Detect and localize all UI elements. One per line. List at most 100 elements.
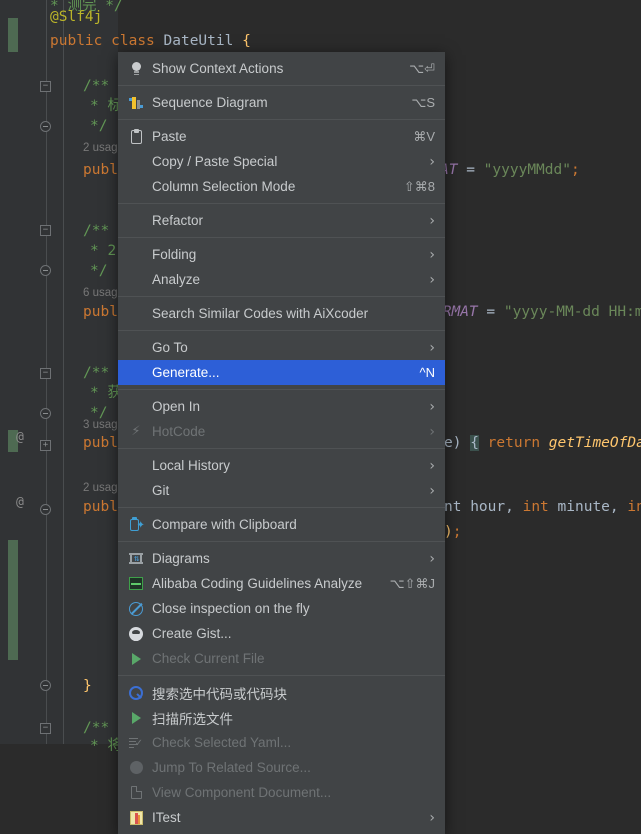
menu-item-go-to[interactable]: Go To › <box>118 335 445 360</box>
menu-item-itest[interactable]: ITest › <box>118 805 445 830</box>
code-line: publ <box>83 304 118 320</box>
play-icon <box>126 710 146 726</box>
document-icon <box>126 785 146 801</box>
dot-icon <box>126 760 146 776</box>
menu-separator <box>118 203 445 204</box>
menu-item-label: Alibaba Coding Guidelines Analyze <box>152 576 363 591</box>
code-line: publ <box>83 162 118 178</box>
chevron-right-icon: › <box>429 809 435 826</box>
code-line: ORMAT = "yyyy-MM-dd HH:mm <box>434 304 641 320</box>
chevron-right-icon: › <box>429 339 435 356</box>
code-line: /** <box>83 223 110 239</box>
itest-icon <box>126 810 146 826</box>
menu-item-label: Local History <box>152 458 231 473</box>
code-usages-hint[interactable]: 6 usag <box>83 283 118 303</box>
menu-item-label: Generate... <box>152 365 220 380</box>
sequence-diagram-icon <box>126 95 146 111</box>
chevron-right-icon: › <box>429 423 435 440</box>
code-usages-hint[interactable]: 2 usag <box>83 138 118 158</box>
menu-item-local-history[interactable]: Local History › <box>118 453 445 478</box>
no-icon <box>126 154 146 170</box>
chevron-right-icon: › <box>429 212 435 229</box>
menu-item-label: Column Selection Mode <box>152 179 296 194</box>
no-icon <box>126 399 146 415</box>
code-line: * 2 <box>90 243 117 259</box>
menu-item-close-inspection-on-the-fly[interactable]: Close inspection on the fly <box>118 596 445 621</box>
code-line: publ <box>83 435 118 451</box>
code-usages-hint[interactable]: 3 usag <box>83 415 118 435</box>
menu-item-label: Go To <box>152 340 188 355</box>
menu-item-show-context-actions[interactable]: Show Context Actions ⌥⏎ <box>118 56 445 81</box>
editor-context-menu[interactable]: Show Context Actions ⌥⏎ Sequence Diagram ⌥S… <box>118 52 445 834</box>
menu-item-hotcode: ⚡ HotCode › <box>118 419 445 444</box>
no-icon <box>126 247 146 263</box>
menu-item-shortcut: ⇧⌘8 <box>403 178 435 194</box>
menu-item-label: Check Current File <box>152 651 265 666</box>
menu-separator <box>118 119 445 120</box>
code-line: /** <box>83 365 110 381</box>
menu-item-label: Search Similar Codes with AiXcoder <box>152 306 369 321</box>
search-code-icon <box>126 685 146 701</box>
menu-item-copy-paste-special[interactable]: Copy / Paste Special › <box>118 149 445 174</box>
menu-item-shortcut: ⌥⏎ <box>409 60 435 76</box>
code-line: } <box>83 678 92 694</box>
menu-item-check-selected-yaml: ✓ Check Selected Yaml... <box>118 730 445 755</box>
paste-icon <box>126 128 146 145</box>
chevron-right-icon: › <box>429 457 435 474</box>
menu-item-shortcut: ⌥⇧⌘J <box>389 575 435 591</box>
menu-separator <box>118 296 445 297</box>
chevron-right-icon: › <box>429 550 435 567</box>
menu-item-search-similar-codes-with-aixcoder[interactable]: Search Similar Codes with AiXcoder <box>118 301 445 326</box>
code-line: public class DateUtil { <box>50 33 251 49</box>
menu-item-open-in[interactable]: Open In › <box>118 394 445 419</box>
no-icon <box>126 483 146 499</box>
menu-item-label: 搜索选中代码或代码块 <box>152 686 287 702</box>
code-line: */ <box>90 118 108 134</box>
chevron-right-icon: › <box>429 246 435 263</box>
menu-item-create-gist[interactable]: Create Gist... <box>118 621 445 646</box>
lightbulb-icon <box>126 61 146 77</box>
code-line: */ <box>90 263 108 279</box>
yaml-check-icon: ✓ <box>126 735 146 751</box>
menu-item-diagrams[interactable]: ⇅ Diagrams › <box>118 546 445 571</box>
menu-item-folding[interactable]: Folding › <box>118 242 445 267</box>
menu-item-label: Git <box>152 483 170 498</box>
chevron-right-icon: › <box>429 482 435 499</box>
code-line: AT = "yyyyMMdd"; <box>440 162 580 178</box>
no-icon <box>126 365 146 381</box>
code-line: e) { return getTimeOfDate <box>444 435 641 451</box>
code-line: nt hour, int minute, int <box>444 499 641 515</box>
menu-separator <box>118 541 445 542</box>
menu-item-shortcut: ⌥S <box>411 94 435 110</box>
github-icon <box>126 626 146 642</box>
code-line: publ <box>83 499 118 515</box>
menu-item-[interactable]: 搜索选中代码或代码块 <box>118 680 445 705</box>
menu-item-refactor[interactable]: Refactor › <box>118 208 445 233</box>
menu-item-label: ITest <box>152 810 181 825</box>
chevron-right-icon: › <box>429 271 435 288</box>
menu-separator <box>118 448 445 449</box>
menu-item-generate[interactable]: Generate... ^N <box>118 360 445 385</box>
menu-item-column-selection-mode[interactable]: Column Selection Mode ⇧⌘8 <box>118 174 445 199</box>
menu-item-analyze[interactable]: Analyze › <box>118 267 445 292</box>
menu-item-label: Open In <box>152 399 201 414</box>
no-icon <box>126 340 146 356</box>
menu-item-[interactable]: 扫描所选文件 <box>118 705 445 730</box>
menu-separator <box>118 507 445 508</box>
menu-item-label: Create Gist... <box>152 626 232 641</box>
menu-item-label: Copy / Paste Special <box>152 154 278 169</box>
bolt-icon: ⚡ <box>131 423 141 439</box>
code-line: /** <box>83 78 110 94</box>
menu-item-label: Check Selected Yaml... <box>152 735 292 750</box>
menu-item-alibaba-coding-guidelines-analyze[interactable]: Alibaba Coding Guidelines Analyze ⌥⇧⌘J <box>118 571 445 596</box>
code-usages-hint[interactable]: 2 usag <box>83 478 118 498</box>
menu-item-label: 扫描所选文件 <box>152 711 233 727</box>
menu-item-sequence-diagram[interactable]: Sequence Diagram ⌥S <box>118 90 445 115</box>
menu-item-jump-to-related-source: Jump To Related Source... <box>118 755 445 780</box>
menu-item-compare-with-clipboard[interactable]: ✦ Compare with Clipboard <box>118 512 445 537</box>
no-icon <box>126 213 146 229</box>
menu-item-paste[interactable]: Paste ⌘V <box>118 124 445 149</box>
no-icon <box>126 458 146 474</box>
menu-item-git[interactable]: Git › <box>118 478 445 503</box>
no-entry-icon <box>126 601 146 617</box>
